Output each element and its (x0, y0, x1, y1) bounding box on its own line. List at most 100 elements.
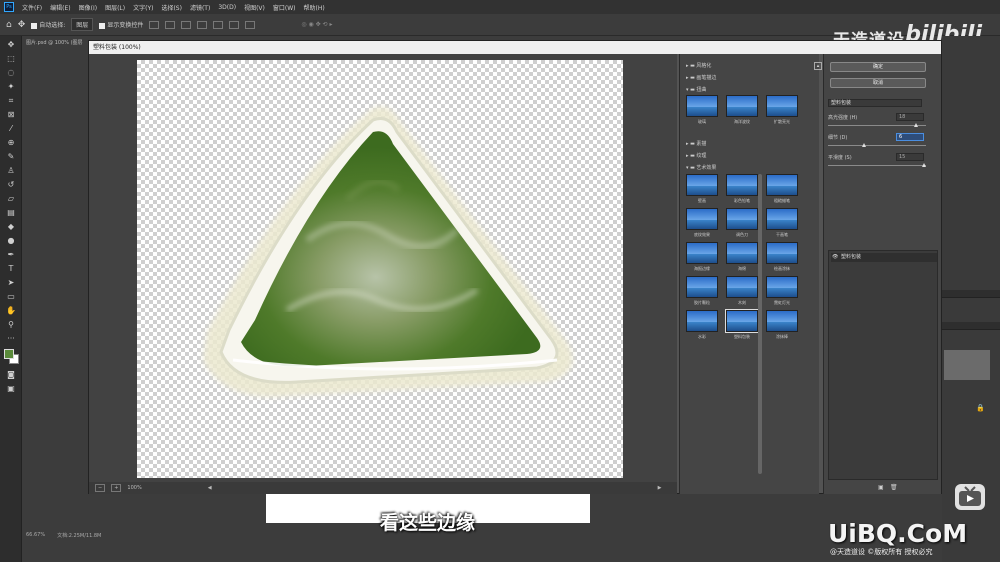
zoom-tool-icon[interactable]: ⚲ (5, 320, 17, 330)
filter-thumb[interactable] (766, 95, 798, 117)
align-left-icon[interactable] (149, 20, 160, 29)
zoom-in-button[interactable]: + (111, 484, 122, 492)
menu-edit[interactable]: 编辑(E) (50, 3, 70, 12)
quick-mask-icon[interactable]: ◙ (5, 370, 17, 380)
auto-select-dropdown[interactable]: 图层 (71, 18, 94, 31)
crop-tool-icon[interactable]: ⌗ (5, 96, 17, 106)
filter-thumb[interactable] (766, 310, 798, 332)
rectangle-tool-icon[interactable]: ▭ (5, 292, 17, 302)
eye-icon[interactable]: 👁 (832, 253, 838, 262)
filter-thumb[interactable] (766, 208, 798, 230)
filter-thumb[interactable] (726, 208, 758, 230)
scroll-right-icon[interactable]: ▶ (658, 485, 662, 491)
align-middle-icon[interactable] (213, 20, 224, 29)
move-tool-icon[interactable]: ✥ (18, 20, 26, 30)
filter-thumb[interactable] (726, 242, 758, 264)
param-slider[interactable] (828, 143, 926, 147)
filter-thumb[interactable] (686, 276, 718, 298)
menu-3d[interactable]: 3D(D) (218, 4, 236, 11)
color-swatches[interactable] (3, 348, 19, 366)
applied-filter-row[interactable]: 👁 塑料包装 (831, 253, 937, 262)
param-value-input[interactable]: 6 (896, 133, 924, 141)
filter-thumb[interactable] (766, 276, 798, 298)
align-center-icon[interactable] (165, 20, 176, 29)
dodge-tool-icon[interactable]: ● (5, 236, 17, 246)
delete-effect-icon[interactable]: 🗑 (890, 484, 898, 491)
more-tools-icon[interactable]: ··· (5, 334, 17, 344)
distribute-icon[interactable] (245, 20, 256, 29)
menu-layer[interactable]: 图层(L) (105, 3, 125, 12)
align-right-icon[interactable] (181, 20, 192, 29)
slider-knob[interactable] (914, 123, 919, 127)
type-tool-icon[interactable]: T (5, 264, 17, 274)
healing-brush-icon[interactable]: ⊕ (5, 138, 17, 148)
filter-thumb[interactable] (686, 310, 718, 332)
menu-image[interactable]: 图像(I) (79, 3, 97, 12)
folder-5[interactable]: ▾ ▬ 艺术效果 (686, 164, 716, 172)
screen-mode-icon[interactable]: ▣ (5, 384, 17, 394)
filter-thumb[interactable] (686, 174, 718, 196)
ok-button[interactable]: 确定 (830, 62, 926, 72)
menu-filter[interactable]: 滤镜(T) (190, 3, 210, 12)
clone-stamp-icon[interactable]: ♙ (5, 166, 17, 176)
filter-thumb[interactable] (725, 309, 759, 333)
param-value-input[interactable]: 15 (896, 153, 924, 161)
lasso-tool-icon[interactable]: ◌ (5, 68, 17, 78)
marquee-tool-icon[interactable]: ⬚ (5, 54, 17, 64)
gradient-tool-icon[interactable]: ▤ (5, 208, 17, 218)
param-slider[interactable] (828, 123, 926, 127)
filter-thumb[interactable] (686, 242, 718, 264)
preview-canvas[interactable] (137, 60, 623, 478)
scroll-left-icon[interactable]: ◀ (208, 485, 212, 491)
filter-thumb[interactable] (766, 174, 798, 196)
menu-type[interactable]: 文字(Y) (133, 3, 153, 12)
path-select-icon[interactable]: ➤ (5, 278, 17, 288)
brush-tool-icon[interactable]: ✎ (5, 152, 17, 162)
eraser-icon[interactable]: ▱ (5, 194, 17, 204)
filter-select-dropdown[interactable]: 塑料包装 (828, 99, 922, 107)
frame-tool-icon[interactable]: ⊠ (5, 110, 17, 120)
filter-thumb[interactable] (686, 95, 718, 117)
zoom-dropdown[interactable]: 100% (127, 485, 141, 491)
param-value-input[interactable]: 18 (896, 113, 924, 121)
filter-thumb[interactable] (726, 174, 758, 196)
document-tab[interactable]: 图片.psd @ 100% (图层 (22, 36, 92, 48)
collapse-icon[interactable]: ▴ (814, 62, 822, 70)
3d-mode-icons[interactable]: ◎ ◉ ✥ ⟲ ▸ (301, 21, 332, 28)
folder-0[interactable]: ▸ ▬ 风格化 (686, 62, 711, 70)
slider-knob[interactable] (861, 143, 866, 147)
layer-thumbnail[interactable] (944, 350, 990, 380)
hand-tool-icon[interactable]: ✋ (5, 306, 17, 316)
history-brush-icon[interactable]: ↺ (5, 180, 17, 190)
slider-knob[interactable] (922, 163, 927, 167)
filter-thumb[interactable] (726, 276, 758, 298)
blur-tool-icon[interactable]: ◆ (5, 222, 17, 232)
folder-3[interactable]: ▸ ▬ 素描 (686, 140, 706, 148)
auto-select-checkbox[interactable]: 自动选择: (31, 20, 65, 29)
foreground-color[interactable] (4, 349, 14, 359)
magic-wand-icon[interactable]: ✦ (5, 82, 17, 92)
zoom-out-button[interactable]: − (95, 484, 106, 492)
gallery-scrollbar[interactable] (758, 174, 762, 474)
cancel-button[interactable]: 取消 (830, 78, 926, 88)
param-slider[interactable] (828, 163, 927, 167)
menu-view[interactable]: 视图(V) (244, 3, 265, 12)
menu-help[interactable]: 帮助(H) (304, 3, 325, 12)
align-bottom-icon[interactable] (229, 20, 240, 29)
align-top-icon[interactable] (197, 20, 208, 29)
zoom-level[interactable]: 66.67% (26, 532, 45, 542)
pen-tool-icon[interactable]: ✒ (5, 250, 17, 260)
folder-4[interactable]: ▸ ▬ 纹理 (686, 152, 706, 160)
doc-info[interactable]: 文档:2.25M/11.8M (57, 532, 101, 542)
filter-thumb[interactable] (726, 95, 758, 117)
new-effect-icon[interactable]: ▣ (878, 484, 884, 491)
menu-select[interactable]: 选择(S) (161, 3, 182, 12)
menu-window[interactable]: 窗口(W) (273, 3, 296, 12)
folder-1[interactable]: ▸ ▬ 画笔描边 (686, 74, 716, 82)
filter-thumb[interactable] (686, 208, 718, 230)
folder-2[interactable]: ▾ ▬ 扭曲 (686, 86, 706, 94)
menu-file[interactable]: 文件(F) (22, 3, 42, 12)
home-icon[interactable]: ⌂ (6, 20, 12, 30)
move-tool-icon[interactable]: ✥ (5, 40, 17, 50)
filter-thumb[interactable] (766, 242, 798, 264)
